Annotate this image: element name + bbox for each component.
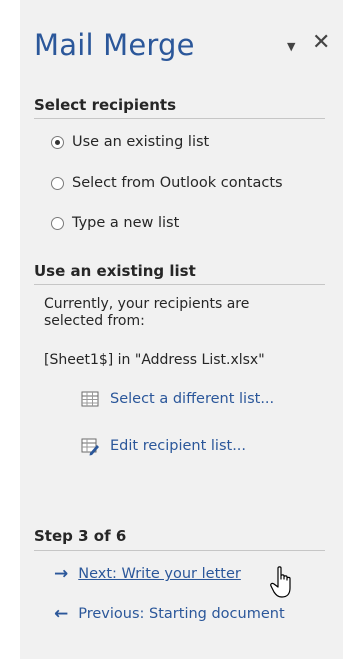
radio-label: Type a new list <box>72 215 180 231</box>
edit-recipient-list-label: Edit recipient list... <box>110 438 247 454</box>
close-icon[interactable]: ✕ <box>312 30 330 55</box>
edit-list-icon <box>81 438 99 456</box>
radio-unselected-icon[interactable] <box>51 216 64 230</box>
radio-select-outlook-contacts[interactable]: Select from Outlook contacts <box>51 175 283 191</box>
radio-use-existing-list[interactable]: Use an existing list <box>51 134 209 150</box>
divider <box>34 118 325 119</box>
select-different-list-label: Select a different list... <box>110 391 275 407</box>
table-icon <box>81 391 99 407</box>
radio-label: Use an existing list <box>72 134 210 150</box>
edit-recipient-list-link[interactable]: Edit recipient list... <box>80 436 246 456</box>
previous-step-link[interactable]: ← Previous: Starting document <box>54 604 285 624</box>
select-recipients-heading: Select recipients <box>34 96 177 114</box>
hand-cursor-icon <box>270 566 291 598</box>
select-different-list-link[interactable]: Select a different list... <box>80 389 274 409</box>
use-existing-list-heading: Use an existing list <box>34 262 196 280</box>
divider <box>34 284 325 285</box>
radio-unselected-icon[interactable] <box>51 176 64 190</box>
radio-type-new-list[interactable]: Type a new list <box>51 215 179 231</box>
radio-selected-icon[interactable] <box>51 135 64 149</box>
next-step-link[interactable]: → Next: Write your letter <box>54 564 241 584</box>
pane-options-icon[interactable]: ▼ <box>287 40 295 53</box>
current-recipients-text-1: Currently, your recipients are <box>44 296 250 312</box>
step-heading: Step 3 of 6 <box>34 527 127 545</box>
arrow-right-icon: → <box>54 564 69 584</box>
recipient-source: [Sheet1$] in "Address List.xlsx" <box>44 352 265 368</box>
radio-label: Select from Outlook contacts <box>72 175 283 191</box>
previous-step-label: Previous: Starting document <box>78 606 285 622</box>
arrow-left-icon: ← <box>54 604 69 624</box>
next-step-label: Next: Write your letter <box>78 566 241 582</box>
pane-title: Mail Merge <box>34 28 195 62</box>
current-recipients-text-2: selected from: <box>44 313 145 329</box>
divider <box>34 550 325 551</box>
